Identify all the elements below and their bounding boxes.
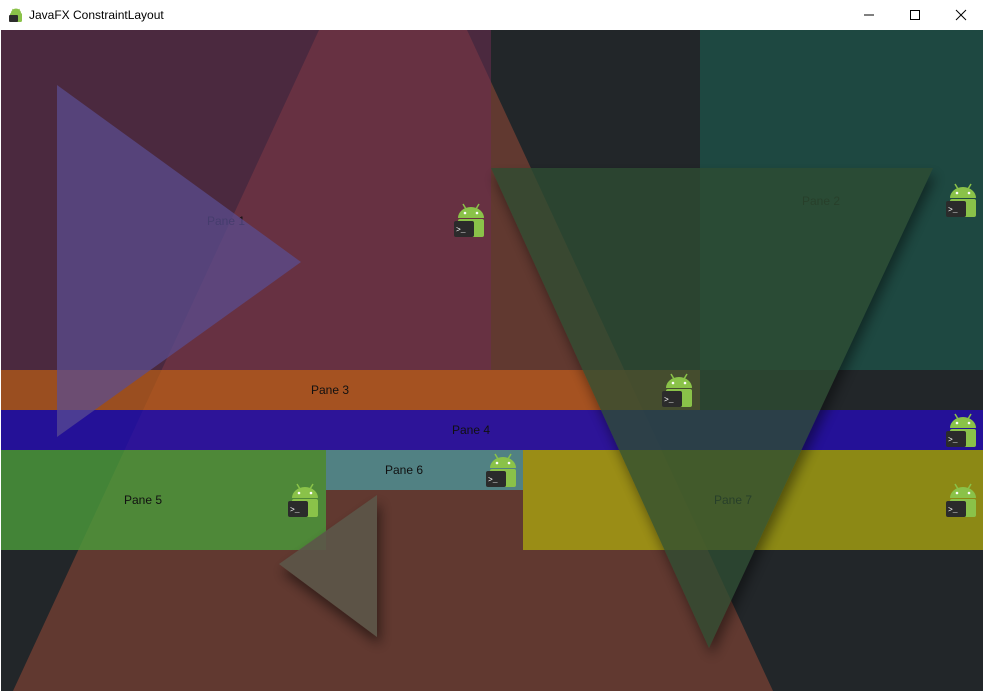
close-icon — [955, 9, 967, 21]
close-button[interactable] — [938, 0, 984, 30]
minimize-button[interactable] — [846, 0, 892, 30]
svg-text:>_: >_ — [948, 506, 958, 515]
pane-1[interactable]: Pane 1 — [1, 30, 491, 370]
pane-3-label: Pane 3 — [310, 383, 350, 397]
android-terminal-icon: >_ — [288, 483, 318, 517]
pane-4[interactable]: Pane 4 — [1, 410, 983, 450]
pane-2[interactable]: Pane 2 — [700, 30, 983, 370]
android-terminal-icon: >_ — [454, 203, 484, 237]
pane-5-label: Pane 5 — [123, 493, 163, 507]
title-bar[interactable]: JavaFX ConstraintLayout — [0, 0, 984, 30]
android-terminal-icon: >_ — [946, 183, 976, 217]
pane-3[interactable]: Pane 3 — [1, 370, 700, 410]
pane-5[interactable]: Pane 5 — [1, 450, 326, 550]
pane-4-label: Pane 4 — [451, 423, 491, 437]
svg-text:>_: >_ — [948, 206, 958, 215]
android-terminal-icon: >_ — [946, 413, 976, 447]
pane-7[interactable]: Pane 7 — [523, 450, 983, 550]
svg-text:>_: >_ — [664, 396, 674, 405]
constraint-layout-canvas: Pane 1 Pane 2 Pane 3 Pane 4 Pane 5 Pane … — [1, 30, 983, 691]
minimize-icon — [864, 14, 874, 16]
android-terminal-icon: >_ — [946, 483, 976, 517]
android-terminal-icon: >_ — [662, 373, 692, 407]
svg-text:>_: >_ — [488, 476, 498, 485]
svg-text:>_: >_ — [456, 226, 466, 235]
pane-7-label: Pane 7 — [713, 493, 753, 507]
window-title: JavaFX ConstraintLayout — [29, 8, 164, 22]
android-terminal-icon — [9, 8, 22, 22]
svg-text:>_: >_ — [948, 436, 958, 445]
maximize-icon — [910, 10, 920, 20]
maximize-button[interactable] — [892, 0, 938, 30]
pane-2-label: Pane 2 — [801, 194, 841, 208]
pane-6-label: Pane 6 — [384, 463, 424, 477]
app-window: JavaFX ConstraintLayout Pane 1 Pane 2 Pa… — [0, 0, 984, 692]
svg-text:>_: >_ — [290, 506, 300, 515]
pane-1-label: Pane 1 — [206, 214, 246, 228]
android-terminal-icon: >_ — [486, 453, 516, 487]
